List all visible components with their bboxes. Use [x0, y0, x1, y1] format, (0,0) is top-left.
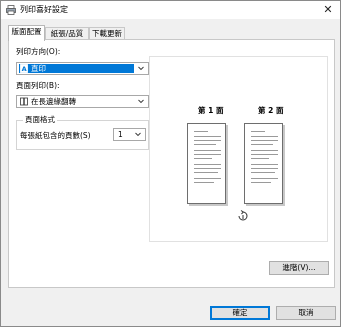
- pages-per-sheet-select[interactable]: 1: [113, 128, 146, 141]
- duplex-icon: [20, 97, 28, 106]
- page-order-label: 頁面列印(B):: [16, 81, 60, 90]
- chevron-down-icon: [138, 66, 144, 71]
- chevron-down-icon: [135, 132, 141, 137]
- advanced-button[interactable]: 進階(V)...: [269, 261, 329, 275]
- page-format-group: 頁面格式 每張紙包含的頁數(S) 1: [16, 115, 149, 150]
- preview-area: 第 1 面 第 2 面: [149, 56, 328, 242]
- page-1-label: 第 1 面: [198, 106, 224, 115]
- close-button[interactable]: ✕: [316, 1, 340, 19]
- orientation-label: 列印方向(O):: [16, 47, 61, 56]
- print-preferences-dialog: 列印喜好設定 ✕ 版面配置 紙張/品質 下載更新 列印方向(O): 直印 A 頁…: [0, 0, 341, 327]
- flip-long-edge-icon: [238, 210, 248, 221]
- tab-layout[interactable]: 版面配置: [8, 25, 45, 41]
- page-order-value: 在長邊緣翻轉: [31, 97, 76, 106]
- printer-icon: [6, 5, 16, 15]
- pages-per-sheet-label: 每張紙包含的頁數(S): [20, 131, 91, 140]
- portrait-icon: A: [20, 64, 28, 73]
- preview-page-2: [244, 123, 283, 204]
- chevron-down-icon: [138, 99, 144, 104]
- orientation-value: 直印: [19, 64, 134, 73]
- preview-page-1: [187, 123, 226, 204]
- page-format-legend: 頁面格式: [23, 115, 57, 125]
- title-bar: 列印喜好設定 ✕: [1, 1, 340, 19]
- pages-per-sheet-value: 1: [118, 130, 123, 139]
- svg-text:A: A: [22, 65, 27, 73]
- cancel-button[interactable]: 取消: [276, 306, 336, 320]
- page-2-label: 第 2 面: [258, 106, 284, 115]
- ok-button[interactable]: 確定: [210, 306, 270, 320]
- page-order-select[interactable]: 在長邊緣翻轉: [16, 95, 149, 108]
- orientation-select[interactable]: 直印 A: [16, 62, 149, 75]
- window-title: 列印喜好設定: [20, 5, 68, 14]
- layout-panel: 列印方向(O): 直印 A 頁面列印(B): 在長邊緣翻轉 頁面格式 每張紙包含…: [8, 39, 335, 288]
